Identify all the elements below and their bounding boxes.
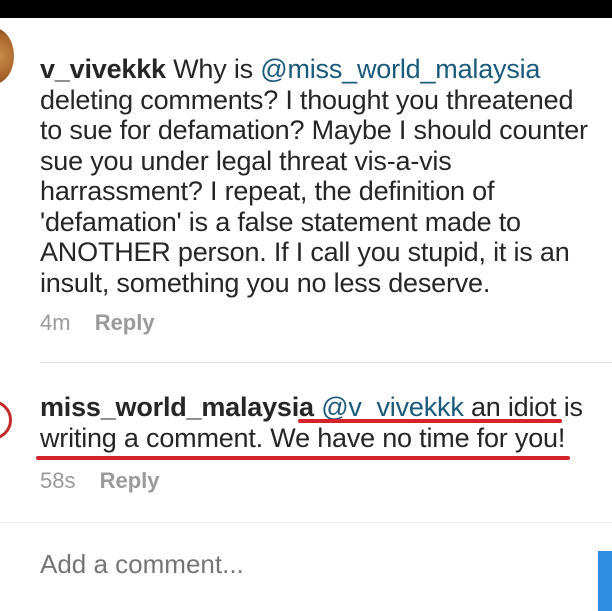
comment-composer <box>0 522 612 611</box>
comment-text: deleting comments? I thought you threate… <box>40 84 588 298</box>
comment-username[interactable]: v_vivekkk <box>40 54 166 84</box>
comment-meta: 58s Reply <box>40 468 160 494</box>
comment-mention[interactable]: @v_vivekkk <box>321 392 464 422</box>
comment-meta: 4m Reply <box>40 310 155 336</box>
post-button[interactable] <box>598 551 612 611</box>
comment-mention[interactable]: @miss_world_malaysia <box>260 54 540 84</box>
annotation-underline <box>36 456 570 460</box>
comment-timestamp: 58s <box>40 468 76 493</box>
avatar[interactable] <box>0 28 14 84</box>
avatar[interactable] <box>0 400 12 440</box>
annotation-underline <box>298 419 562 423</box>
comment-body: v_vivekkk Why is @miss_world_malaysia de… <box>40 54 600 298</box>
comment-timestamp: 4m <box>40 310 71 335</box>
reply-button[interactable]: Reply <box>95 310 155 335</box>
comment-divider <box>40 362 612 363</box>
add-comment-input[interactable] <box>40 549 580 580</box>
status-bar <box>0 0 612 18</box>
comment-username[interactable]: miss_world_malaysia <box>40 392 314 422</box>
reply-button[interactable]: Reply <box>100 468 160 493</box>
comment-text-prefix: Why is <box>165 54 261 84</box>
